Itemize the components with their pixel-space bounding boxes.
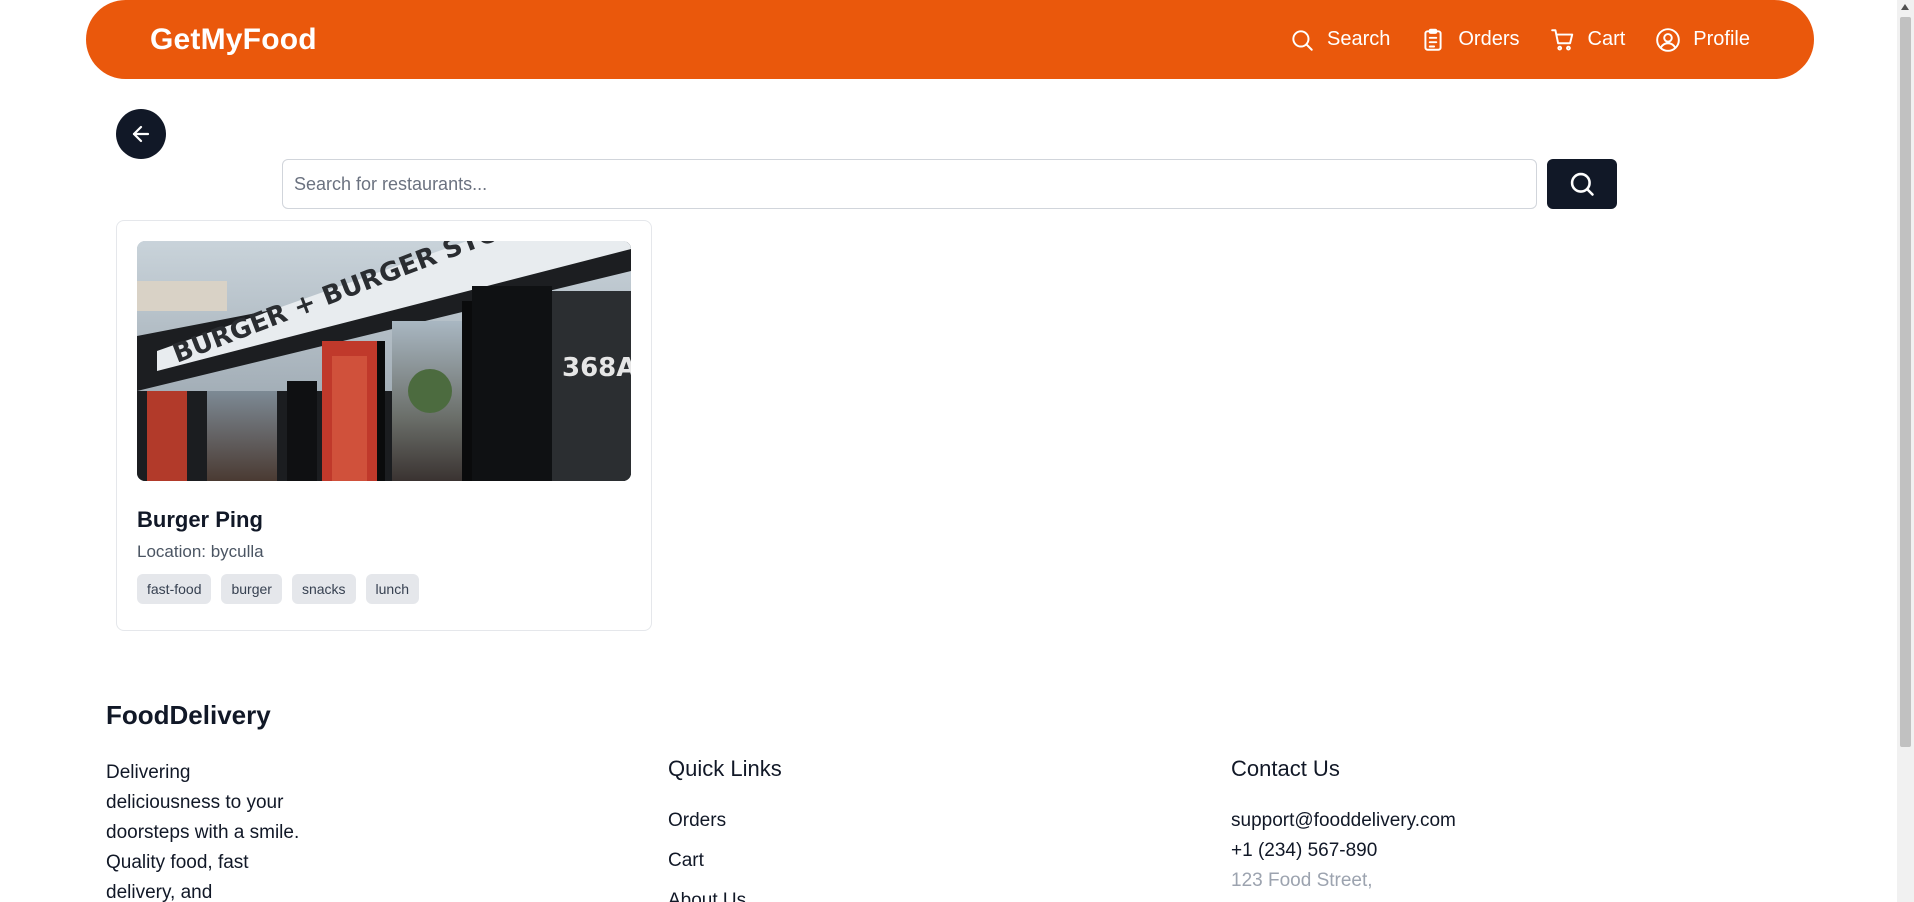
nav-orders-label: Orders <box>1458 28 1520 50</box>
footer-link-about[interactable]: About Us <box>668 890 746 902</box>
nav-cart[interactable]: Cart <box>1550 27 1626 53</box>
nav-orders[interactable]: Orders <box>1420 27 1520 53</box>
arrow-left-icon <box>132 125 150 143</box>
contact-email[interactable]: support@fooddelivery.com <box>1231 810 1456 832</box>
scroll-up-arrow-icon[interactable] <box>1901 4 1909 10</box>
footer-brand: FoodDelivery <box>106 700 271 730</box>
nav-profile[interactable]: Profile <box>1655 27 1750 53</box>
restaurant-storefront-illustration: BURGER + BURGER STO 368A <box>137 241 631 481</box>
nav-search[interactable]: Search <box>1289 27 1390 53</box>
nav-links: Search Orders Cart Profile <box>1289 27 1750 53</box>
top-navbar: GetMyFood Search Orders Cart Profile <box>86 0 1814 79</box>
search-icon <box>1292 29 1313 51</box>
contact-address: 123 Food Street, <box>1231 870 1373 891</box>
nav-profile-label: Profile <box>1693 28 1750 50</box>
brand-logo[interactable]: GetMyFood <box>150 23 317 57</box>
tag: fast-food <box>137 574 212 604</box>
nav-search-label: Search <box>1327 28 1391 50</box>
restaurant-card[interactable]: BURGER + BURGER STO 368A Burger Ping Loc… <box>116 220 652 631</box>
tag: burger <box>221 574 282 604</box>
footer-link-cart[interactable]: Cart <box>668 850 704 872</box>
tag: snacks <box>291 574 356 604</box>
scrollbar-thumb[interactable] <box>1900 17 1911 747</box>
page-scrollbar[interactable] <box>1897 0 1914 902</box>
cart-icon <box>1550 28 1573 51</box>
nav-cart-label: Cart <box>1587 28 1626 50</box>
clipboard-icon <box>1424 28 1442 51</box>
tag-list: fast-food burger snacks lunch <box>137 574 631 604</box>
back-button[interactable] <box>116 109 166 159</box>
restaurant-image: BURGER + BURGER STO 368A <box>137 241 631 481</box>
search-icon <box>1570 172 1594 196</box>
footer-description: Delivering deliciousness to your doorste… <box>106 762 300 902</box>
storefront-number: 368A <box>562 353 631 383</box>
user-circle-icon <box>1656 27 1681 52</box>
tag: lunch <box>365 574 419 604</box>
footer-link-orders[interactable]: Orders <box>668 810 726 832</box>
contact-phone: +1 (234) 567-890 <box>1231 840 1378 861</box>
contact-title: Contact Us <box>1231 756 1340 781</box>
restaurant-location: Location: byculla <box>137 542 264 561</box>
restaurant-name[interactable]: Burger Ping <box>137 507 631 533</box>
search-input[interactable] <box>282 159 1537 209</box>
quick-links-title: Quick Links <box>668 756 782 781</box>
search-button[interactable] <box>1547 159 1617 209</box>
